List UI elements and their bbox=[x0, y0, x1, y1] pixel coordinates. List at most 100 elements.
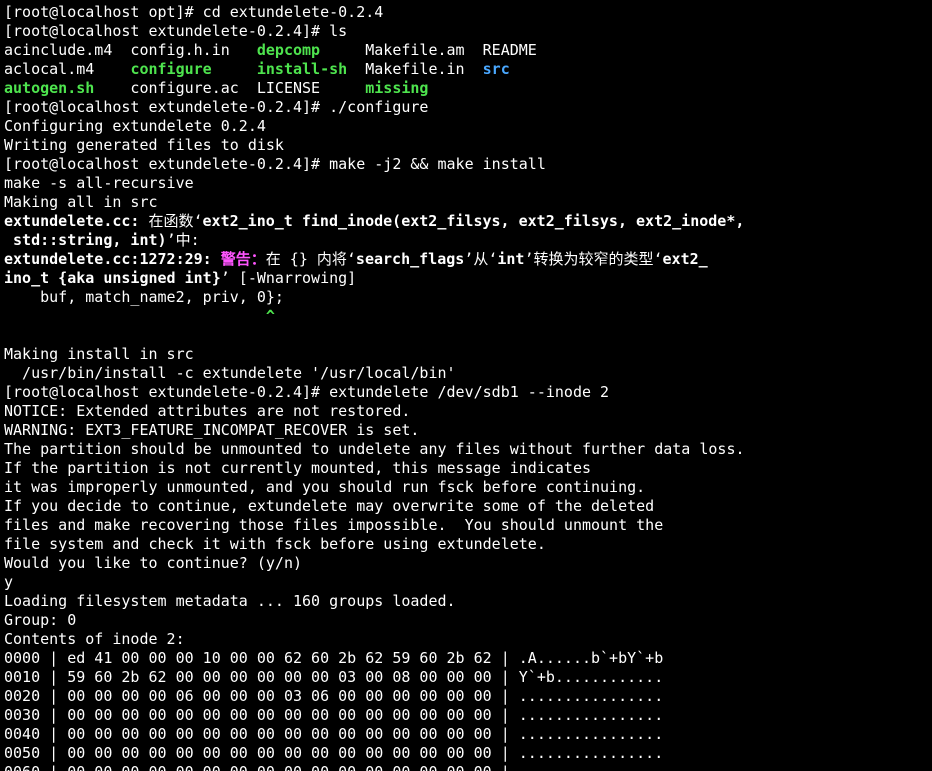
terminal-line: If the partition is not currently mounte… bbox=[4, 459, 932, 478]
terminal-text: NOTICE: Extended attributes are not rest… bbox=[4, 402, 411, 420]
terminal-line: 0000 | ed 41 00 00 00 10 00 00 62 60 2b … bbox=[4, 649, 932, 668]
terminal-line: [root@localhost extundelete-0.2.4]# make… bbox=[4, 155, 932, 174]
terminal-line: Group: 0 bbox=[4, 611, 932, 630]
terminal-text: aclocal.m4 bbox=[4, 60, 131, 78]
terminal-text-green: configure bbox=[130, 60, 212, 78]
terminal-text: ’ [-Wnarrowing] bbox=[220, 269, 357, 287]
terminal-text: 0030 | 00 00 00 00 00 00 00 00 00 00 00 … bbox=[4, 706, 664, 724]
terminal-text: it was improperly unmounted, and you sho… bbox=[4, 478, 646, 496]
terminal-line: Contents of inode 2: bbox=[4, 630, 932, 649]
terminal-line: The partition should be unmounted to und… bbox=[4, 440, 932, 459]
terminal-line: 0030 | 00 00 00 00 00 00 00 00 00 00 00 … bbox=[4, 706, 932, 725]
terminal-line: 0050 | 00 00 00 00 00 00 00 00 00 00 00 … bbox=[4, 744, 932, 763]
terminal-text-bold: std::string, int) bbox=[4, 231, 167, 249]
terminal-line: Making install in src bbox=[4, 345, 932, 364]
terminal-line: 0010 | 59 60 2b 62 00 00 00 00 00 00 03 … bbox=[4, 668, 932, 687]
terminal-text-green: missing bbox=[365, 79, 429, 97]
terminal-line: Making all in src bbox=[4, 193, 932, 212]
terminal-text: files and make recovering those files im… bbox=[4, 516, 664, 534]
terminal-text-bold: ino_t {aka unsigned int} bbox=[4, 269, 221, 287]
terminal-text-magenta: 警告： bbox=[220, 250, 266, 268]
terminal-text: WARNING: EXT3_FEATURE_INCOMPAT_RECOVER i… bbox=[4, 421, 420, 439]
terminal-line: make -s all-recursive bbox=[4, 174, 932, 193]
terminal-text: make -s all-recursive bbox=[4, 174, 194, 192]
terminal-text: 0020 | 00 00 00 00 06 00 00 00 03 06 00 … bbox=[4, 687, 664, 705]
terminal-line: ino_t {aka unsigned int}’ [-Wnarrowing] bbox=[4, 269, 932, 288]
terminal-text-bold: ext2_ bbox=[662, 250, 708, 268]
terminal-text: The partition should be unmounted to und… bbox=[4, 440, 745, 458]
terminal-line: WARNING: EXT3_FEATURE_INCOMPAT_RECOVER i… bbox=[4, 421, 932, 440]
terminal-text: Making all in src bbox=[4, 193, 158, 211]
terminal-text-bold: int bbox=[497, 250, 525, 268]
terminal-text: ’中: bbox=[166, 231, 200, 249]
terminal-text: Configuring extundelete 0.2.4 bbox=[4, 117, 266, 135]
terminal-text: Contents of inode 2: bbox=[4, 630, 185, 648]
terminal-text: [root@localhost opt]# cd extundelete-0.2… bbox=[4, 3, 384, 21]
terminal-line: 0060 | 00 00 00 00 00 00 00 00 00 00 00 … bbox=[4, 763, 932, 771]
terminal-line: Configuring extundelete 0.2.4 bbox=[4, 117, 932, 136]
terminal-text: 0010 | 59 60 2b 62 00 00 00 00 00 00 03 … bbox=[4, 668, 664, 686]
terminal-line: [root@localhost opt]# cd extundelete-0.2… bbox=[4, 3, 932, 22]
terminal-line: Would you like to continue? (y/n) bbox=[4, 554, 932, 573]
terminal-window[interactable]: [root@localhost opt]# cd extundelete-0.2… bbox=[0, 0, 932, 771]
terminal-text: 在 {} 内将‘ bbox=[265, 250, 356, 268]
terminal-line: Writing generated files to disk bbox=[4, 136, 932, 155]
terminal-line: 0020 | 00 00 00 00 06 00 00 00 03 06 00 … bbox=[4, 687, 932, 706]
terminal-text: y bbox=[4, 573, 14, 591]
terminal-line: autogen.sh configure.ac LICENSE missing bbox=[4, 79, 932, 98]
terminal-line: /usr/bin/install -c extundelete '/usr/lo… bbox=[4, 364, 932, 383]
terminal-text-green: install-sh bbox=[256, 60, 348, 78]
terminal-line: NOTICE: Extended attributes are not rest… bbox=[4, 402, 932, 421]
terminal-text-bold: search_flags bbox=[355, 250, 465, 268]
terminal-text-bold: extundelete.cc:1272:29: bbox=[4, 250, 212, 268]
terminal-text-bold: ext2_ino_t find_inode(ext2_filsys, ext2_… bbox=[202, 212, 745, 230]
terminal-text: buf, match_name2, priv, 0}; bbox=[4, 288, 284, 306]
terminal-text-bold: extundelete.cc: bbox=[4, 212, 140, 230]
terminal-line: 0040 | 00 00 00 00 00 00 00 00 00 00 00 … bbox=[4, 725, 932, 744]
terminal-text: Writing generated files to disk bbox=[4, 136, 284, 154]
terminal-line: extundelete.cc:1272:29: 警告：在 {} 内将‘searc… bbox=[4, 250, 932, 269]
terminal-text: 在函数‘ bbox=[139, 212, 203, 230]
terminal-text: 0000 | ed 41 00 00 00 10 00 00 62 60 2b … bbox=[4, 649, 664, 667]
terminal-text: Making install in src bbox=[4, 345, 194, 363]
terminal-text-green: autogen.sh bbox=[4, 79, 95, 97]
terminal-text: /usr/bin/install -c extundelete '/usr/lo… bbox=[4, 364, 456, 382]
terminal-line: files and make recovering those files im… bbox=[4, 516, 932, 535]
terminal-line: extundelete.cc: 在函数‘ext2_ino_t find_inod… bbox=[4, 212, 932, 231]
terminal-text: Group: 0 bbox=[4, 611, 77, 629]
terminal-text: Makefile.am README bbox=[320, 41, 537, 59]
terminal-text: 0060 | 00 00 00 00 00 00 00 00 00 00 00 … bbox=[4, 763, 663, 771]
terminal-text: [root@localhost extundelete-0.2.4]# make… bbox=[4, 155, 546, 173]
terminal-text: If you decide to continue, extundelete m… bbox=[4, 497, 655, 515]
terminal-line: ^ bbox=[4, 307, 932, 326]
terminal-text: acinclude.m4 config.h.in bbox=[4, 41, 257, 59]
terminal-line: y bbox=[4, 573, 932, 592]
terminal-line: If you decide to continue, extundelete m… bbox=[4, 497, 932, 516]
terminal-text: [root@localhost extundelete-0.2.4]# extu… bbox=[4, 383, 610, 401]
terminal-line: [root@localhost extundelete-0.2.4]# ./co… bbox=[4, 98, 932, 117]
terminal-line: acinclude.m4 config.h.in depcomp Makefil… bbox=[4, 41, 932, 60]
terminal-text: Makefile.in bbox=[347, 60, 483, 78]
terminal-text: file system and check it with fsck befor… bbox=[4, 535, 546, 553]
terminal-text: Loading filesystem metadata ... 160 grou… bbox=[4, 592, 456, 610]
terminal-line: file system and check it with fsck befor… bbox=[4, 535, 932, 554]
terminal-text: [root@localhost extundelete-0.2.4]# ls bbox=[4, 22, 348, 40]
terminal-line: aclocal.m4 configure install-sh Makefile… bbox=[4, 60, 932, 79]
terminal-text: 0040 | 00 00 00 00 00 00 00 00 00 00 00 … bbox=[4, 725, 664, 743]
terminal-text-green: depcomp bbox=[256, 41, 321, 59]
terminal-text: [root@localhost extundelete-0.2.4]# ./co… bbox=[4, 98, 429, 116]
terminal-line: it was improperly unmounted, and you sho… bbox=[4, 478, 932, 497]
terminal-line: [root@localhost extundelete-0.2.4]# extu… bbox=[4, 383, 932, 402]
terminal-text: ’转换为较窄的类型‘ bbox=[524, 250, 663, 268]
terminal-line: std::string, int)’中: bbox=[4, 231, 932, 250]
terminal-line: buf, match_name2, priv, 0}; bbox=[4, 288, 932, 307]
terminal-text: Would you like to continue? (y/n) bbox=[4, 554, 303, 572]
terminal-text-caret: ^ bbox=[265, 307, 275, 325]
terminal-text: If the partition is not currently mounte… bbox=[4, 459, 591, 477]
terminal-text: 0050 | 00 00 00 00 00 00 00 00 00 00 00 … bbox=[4, 744, 664, 762]
terminal-text: ’从‘ bbox=[464, 250, 498, 268]
